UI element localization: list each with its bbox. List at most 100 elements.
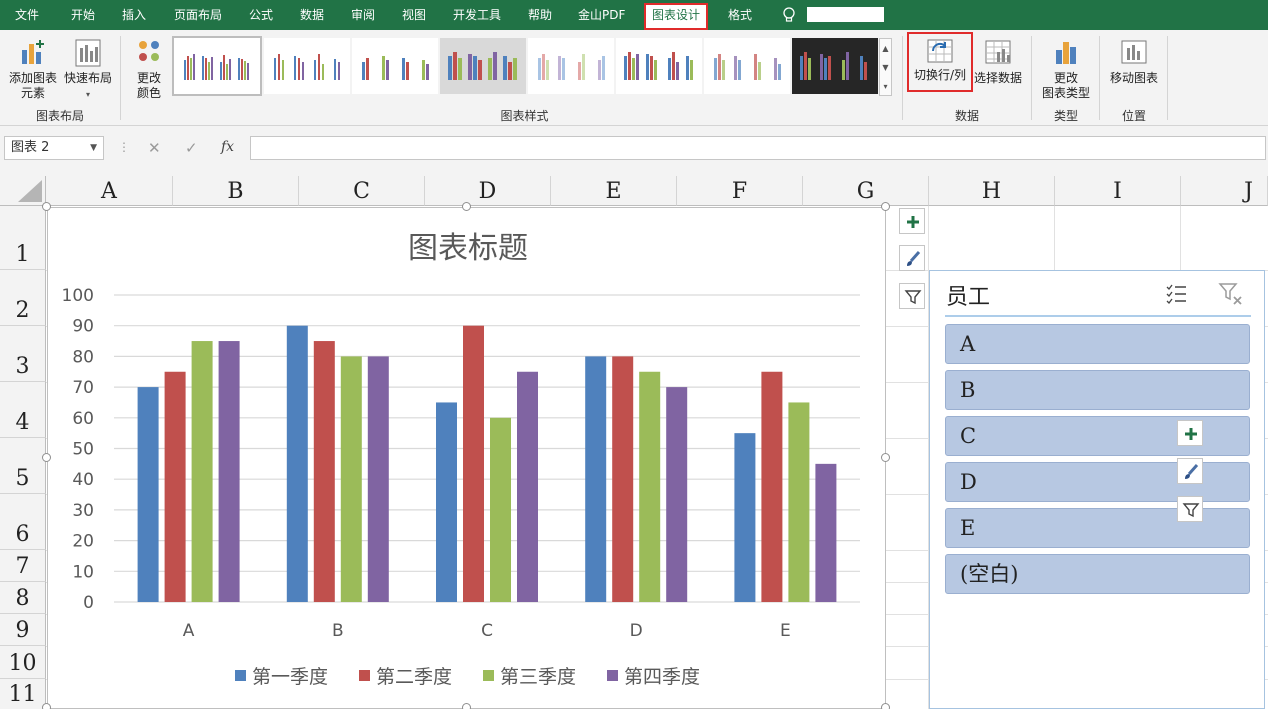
resize-handle[interactable] <box>881 453 890 462</box>
legend-entry[interactable]: 第二季度 <box>376 666 452 688</box>
column-header-c[interactable]: C <box>299 176 425 206</box>
gallery-scroll[interactable]: ▲ ▼ ▾ <box>879 38 892 96</box>
column-header-h[interactable]: H <box>929 176 1055 206</box>
bar-a-series-3[interactable] <box>191 341 213 602</box>
bar-c-series-1[interactable] <box>436 402 457 602</box>
multi-select-icon[interactable] <box>1164 281 1190 307</box>
legend-entry[interactable]: 第四季度 <box>624 666 700 688</box>
bar-a-series-2[interactable] <box>164 371 186 602</box>
resize-handle[interactable] <box>881 703 890 709</box>
column-header-b[interactable]: B <box>173 176 299 206</box>
row-header-1[interactable]: 1 <box>0 206 46 270</box>
bar-b-series-2[interactable] <box>313 341 335 602</box>
tab-page-layout[interactable]: 页面布局 <box>174 0 222 30</box>
row-header-11[interactable]: 11 <box>0 679 46 709</box>
slicer-item-d[interactable]: D <box>945 462 1250 502</box>
tab-home[interactable]: 开始 <box>71 0 95 30</box>
chart-style-thumbnail-1[interactable] <box>172 36 262 96</box>
column-header-e[interactable]: E <box>551 176 677 206</box>
gallery-more-icon[interactable]: ▾ <box>880 77 891 96</box>
bar-c-series-4[interactable] <box>517 371 538 602</box>
slicer-item-c[interactable]: C <box>945 416 1250 456</box>
add-chart-element-button[interactable]: 添加图表 元素 <box>8 38 58 101</box>
change-chart-type-button[interactable]: 更改 图表类型 <box>1038 38 1094 101</box>
formula-input[interactable] <box>250 136 1266 160</box>
column-header-g[interactable]: G <box>803 176 929 206</box>
resize-handle[interactable] <box>462 703 471 709</box>
chart-title[interactable]: 图表标题 <box>408 231 528 266</box>
bar-a-series-1[interactable] <box>137 387 159 602</box>
bar-e-series-4[interactable] <box>815 463 837 602</box>
resize-handle[interactable] <box>42 703 51 709</box>
bar-e-series-3[interactable] <box>788 402 810 602</box>
slicer-panel[interactable]: 员工 A B C D E (空白) <box>929 270 1265 709</box>
lightbulb-icon[interactable] <box>780 6 798 24</box>
insert-function-icon[interactable]: fx <box>221 139 234 155</box>
chart-style-thumbnail-4[interactable] <box>440 38 526 94</box>
change-colors-button[interactable]: 更改 颜色 <box>128 38 170 101</box>
tell-me-search-input[interactable] <box>807 7 884 22</box>
bar-c-series-2[interactable] <box>463 325 484 602</box>
chart-elements-button[interactable] <box>899 208 925 234</box>
enter-icon[interactable]: ✓ <box>185 139 198 157</box>
chart-style-thumbnail-2[interactable] <box>264 38 350 94</box>
clear-filter-icon[interactable] <box>1218 281 1244 307</box>
bar-b-series-3[interactable] <box>340 356 362 602</box>
quick-layout-button[interactable]: 快速布局 ▾ <box>62 38 114 102</box>
row-header-10[interactable]: 10 <box>0 646 46 679</box>
tab-file[interactable]: 文件 <box>15 0 39 30</box>
chevron-down-icon[interactable]: ▼ <box>90 137 97 159</box>
tab-review[interactable]: 审阅 <box>351 0 375 30</box>
row-header-2[interactable]: 2 <box>0 270 46 326</box>
move-chart-button[interactable]: 移动图表 <box>1106 38 1162 86</box>
tab-formulas[interactable]: 公式 <box>249 0 273 30</box>
tab-kingsoft-pdf[interactable]: 金山PDF <box>578 0 625 30</box>
row-header-8[interactable]: 8 <box>0 582 46 614</box>
resize-handle[interactable] <box>42 453 51 462</box>
bar-d-series-4[interactable] <box>666 387 688 602</box>
slicer-styles-button[interactable] <box>1177 458 1203 484</box>
cancel-icon[interactable]: ✕ <box>148 139 161 157</box>
bar-e-series-1[interactable] <box>734 433 756 602</box>
row-header-7[interactable]: 7 <box>0 550 46 582</box>
name-box[interactable]: 图表 2 ▼ <box>4 136 104 160</box>
resize-handle[interactable] <box>462 202 471 211</box>
gallery-up-icon[interactable]: ▲ <box>880 39 891 58</box>
row-header-9[interactable]: 9 <box>0 614 46 646</box>
legend-entry[interactable]: 第三季度 <box>500 666 576 688</box>
bar-c-series-3[interactable] <box>490 417 511 602</box>
chart-style-thumbnail-8[interactable] <box>792 38 878 94</box>
chart-style-thumbnail-5[interactable] <box>528 38 614 94</box>
slicer-item-e[interactable]: E <box>945 508 1250 548</box>
chart-style-thumbnail-3[interactable] <box>352 38 438 94</box>
tab-chart-design[interactable]: 图表设计 <box>644 3 709 30</box>
tab-developer[interactable]: 开发工具 <box>453 0 501 30</box>
chart-object[interactable]: 图表标题 0 10 20 30 40 50 60 70 80 90 100 A B C D E 第一季度 第二… <box>47 207 886 709</box>
chart-style-thumbnail-7[interactable] <box>704 38 790 94</box>
column-header-j[interactable]: J <box>1181 176 1268 206</box>
chart-styles-button[interactable] <box>899 245 925 271</box>
slicer-filters-button[interactable] <box>1177 496 1203 522</box>
tab-view[interactable]: 视图 <box>402 0 426 30</box>
bar-d-series-3[interactable] <box>639 371 661 602</box>
tab-insert[interactable]: 插入 <box>122 0 146 30</box>
column-header-d[interactable]: D <box>425 176 551 206</box>
tab-help[interactable]: 帮助 <box>528 0 552 30</box>
tab-data[interactable]: 数据 <box>300 0 324 30</box>
bar-a-series-4[interactable] <box>218 341 240 602</box>
gallery-down-icon[interactable]: ▼ <box>880 58 891 77</box>
bar-d-series-2[interactable] <box>612 356 634 602</box>
resize-handle[interactable] <box>881 202 890 211</box>
slicer-elements-button[interactable] <box>1177 420 1203 446</box>
bar-b-series-1[interactable] <box>286 325 308 602</box>
slicer-item-b[interactable]: B <box>945 370 1250 410</box>
column-header-a[interactable]: A <box>46 176 173 206</box>
bar-e-series-2[interactable] <box>761 371 783 602</box>
row-header-5[interactable]: 5 <box>0 438 46 494</box>
row-header-3[interactable]: 3 <box>0 326 46 382</box>
tab-format[interactable]: 格式 <box>728 0 752 30</box>
legend-entry[interactable]: 第一季度 <box>252 666 328 688</box>
switch-row-column-button[interactable]: 切换行/列 <box>907 32 973 92</box>
bar-d-series-1[interactable] <box>585 356 607 602</box>
select-all-corner[interactable] <box>0 176 46 206</box>
